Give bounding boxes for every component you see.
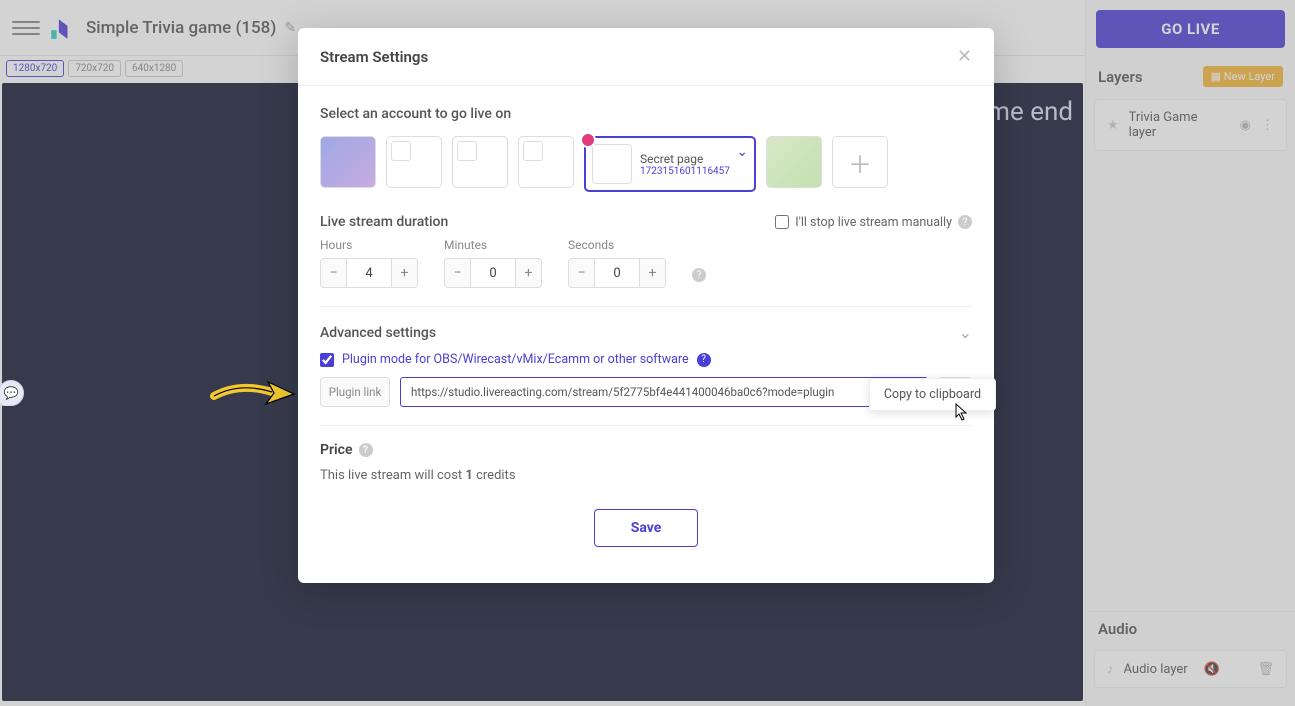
account-option-2[interactable] — [386, 136, 442, 188]
copy-tooltip: Copy to clipboard — [869, 378, 996, 411]
modal-title: Stream Settings — [320, 48, 428, 66]
seconds-increment[interactable]: + — [639, 259, 665, 287]
cursor-icon — [955, 403, 969, 425]
plugin-link-input[interactable] — [400, 377, 928, 407]
seconds-label: Seconds — [568, 238, 666, 252]
account-thumb — [592, 144, 632, 184]
minutes-label: Minutes — [444, 238, 542, 252]
account-option-4[interactable] — [518, 136, 574, 188]
hours-increment[interactable]: + — [391, 259, 417, 287]
hours-input[interactable] — [347, 259, 391, 287]
account-list: Secret page 1723151601116457 ⌄ ＋ — [320, 136, 972, 192]
hours-stepper[interactable]: − + — [320, 258, 418, 288]
account-option-1[interactable] — [320, 136, 376, 188]
account-option-3[interactable] — [452, 136, 508, 188]
duration-label: Live stream duration — [320, 214, 448, 230]
hours-decrement[interactable]: − — [321, 259, 347, 287]
minutes-increment[interactable]: + — [515, 259, 541, 287]
chevron-down-icon: ⌄ — [736, 144, 748, 160]
duration-help-icon[interactable]: ? — [692, 268, 706, 282]
account-selected[interactable]: Secret page 1723151601116457 ⌄ — [584, 136, 756, 192]
account-option-6[interactable] — [766, 136, 822, 188]
select-account-label: Select an account to go live on — [320, 106, 972, 122]
instagram-badge-icon — [580, 132, 596, 148]
minutes-stepper[interactable]: − + — [444, 258, 542, 288]
close-modal-icon[interactable]: ✕ — [957, 46, 972, 67]
annotation-arrow — [210, 378, 296, 412]
plugin-mode-checkbox[interactable]: Plugin mode for OBS/Wirecast/vMix/Ecamm … — [320, 352, 972, 377]
add-account-button[interactable]: ＋ — [832, 136, 888, 188]
advanced-settings-toggle[interactable]: Advanced settings ⌄ — [320, 307, 972, 352]
account-name: Secret page — [640, 152, 730, 166]
chevron-down-icon: ⌄ — [959, 323, 972, 342]
manual-stop-checkbox[interactable]: I'll stop live stream manually ? — [775, 215, 972, 230]
seconds-input[interactable] — [595, 259, 639, 287]
minutes-decrement[interactable]: − — [445, 259, 471, 287]
seconds-stepper[interactable]: − + — [568, 258, 666, 288]
seconds-decrement[interactable]: − — [569, 259, 595, 287]
help-icon[interactable]: ? — [958, 215, 972, 229]
save-button[interactable]: Save — [594, 509, 698, 547]
price-text: This live stream will cost 1 credits — [320, 468, 972, 483]
price-label: Price ? — [320, 442, 972, 458]
price-help-icon[interactable]: ? — [359, 443, 373, 457]
plugin-link-label: Plugin link — [320, 377, 390, 407]
minutes-input[interactable] — [471, 259, 515, 287]
stream-settings-modal: Stream Settings ✕ Select an account to g… — [298, 28, 994, 583]
account-id: 1723151601116457 — [640, 166, 730, 177]
plugin-help-icon[interactable]: ? — [697, 353, 711, 367]
hours-label: Hours — [320, 238, 418, 252]
